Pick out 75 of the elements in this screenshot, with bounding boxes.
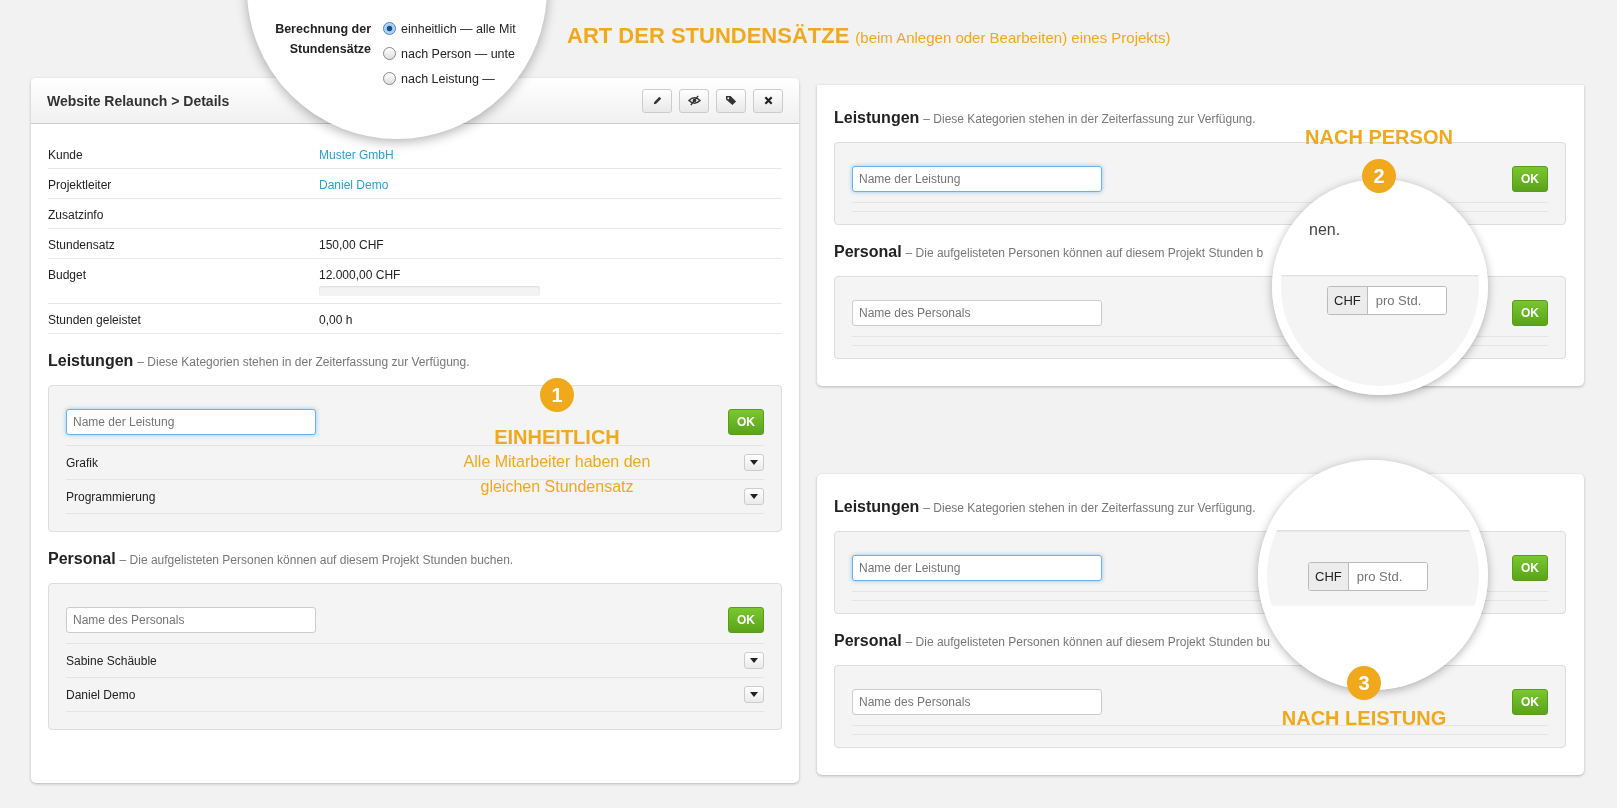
field-label: Zusatzinfo bbox=[48, 208, 105, 224]
section-description: – Die aufgelisteten Personen können auf diesem Projekt Stunden bu bbox=[905, 635, 1270, 649]
hide-button[interactable] bbox=[679, 88, 709, 113]
radio-label: einheitlich — alle Mit bbox=[401, 21, 516, 36]
field-label: Kunde bbox=[48, 148, 84, 164]
field-value: 12.000,00 CHF bbox=[319, 268, 402, 282]
section-title: Personal bbox=[834, 243, 902, 260]
ok-button[interactable]: OK bbox=[1512, 166, 1548, 192]
section-description: – Diese Kategorien stehen in der Zeiterfassung zur Verfügung. bbox=[923, 112, 1256, 126]
section-title: Personal bbox=[48, 550, 116, 567]
caret-icon bbox=[750, 460, 758, 465]
input-field[interactable]: Name der Leistung bbox=[66, 409, 316, 435]
callout-text: Alle Mitarbeiter haben den bbox=[463, 452, 651, 472]
rate-field[interactable]: CHF pro Std. bbox=[1308, 562, 1428, 591]
list-item: Daniel Demo bbox=[66, 687, 136, 702]
list-item: Grafik bbox=[66, 455, 98, 470]
currency-label: CHF bbox=[1328, 287, 1368, 314]
input-field[interactable]: Name des Personals bbox=[852, 300, 1102, 326]
field-label: Budget bbox=[48, 268, 88, 284]
section-title: Personal bbox=[834, 632, 902, 649]
list-item: Programmierung bbox=[66, 489, 156, 504]
field-label: Stunden geleistet bbox=[48, 313, 142, 329]
input-field[interactable]: Name der Leistung bbox=[852, 555, 1102, 581]
headline-title: ART DER STUNDENSÄTZE bbox=[567, 23, 850, 48]
list-item: Sabine Schäuble bbox=[66, 653, 157, 668]
headline-note: (beim Anlegen oder Bearbeiten) eines Projekts) bbox=[855, 29, 1171, 46]
dropdown-button[interactable] bbox=[744, 686, 764, 703]
field-value: 0,00 h bbox=[319, 313, 353, 327]
section-description: – Die aufgelisteten Personen können auf diesem Projekt Stunden b bbox=[905, 246, 1264, 260]
currency-label: CHF bbox=[1309, 563, 1349, 590]
dropdown-button[interactable] bbox=[744, 488, 764, 505]
input-field[interactable]: Name des Personals bbox=[66, 607, 316, 633]
close-button[interactable] bbox=[753, 88, 783, 113]
ok-button[interactable]: OK bbox=[728, 607, 764, 633]
section-title: Leistungen bbox=[834, 498, 920, 515]
close-icon bbox=[763, 96, 773, 105]
pencil-icon bbox=[651, 95, 663, 106]
section-title: Leistungen bbox=[48, 352, 134, 369]
field-value: 150,00 CHF bbox=[319, 238, 384, 252]
section-description: – Diese Kategorien stehen in der Zeiterfassung zur Verfügung. bbox=[923, 501, 1256, 515]
section-description: – Diese Kategorien stehen in der Zeiterfassung zur Verfügung. bbox=[137, 355, 470, 369]
callout-title: EINHEITLICH bbox=[494, 426, 620, 449]
ok-button[interactable]: OK bbox=[1512, 555, 1548, 581]
link[interactable]: Muster GmbH bbox=[319, 148, 394, 162]
radio-button[interactable] bbox=[383, 22, 396, 35]
section-title: Leistungen bbox=[834, 109, 920, 126]
radio-label: nach Leistung — bbox=[401, 71, 495, 86]
panel-title: Website Relaunch > Details bbox=[47, 92, 230, 109]
caret-icon bbox=[750, 692, 758, 697]
edit-button[interactable] bbox=[642, 88, 672, 113]
callout-title: NACH PERSON bbox=[1305, 126, 1453, 149]
radio-label: nach Person — unte bbox=[401, 46, 515, 61]
tags-icon bbox=[724, 95, 738, 106]
ok-button[interactable]: OK bbox=[1512, 300, 1548, 326]
section-description: – Die aufgelisteten Personen können auf diesem Projekt Stunden buchen. bbox=[119, 553, 514, 567]
dropdown-button[interactable] bbox=[744, 652, 764, 669]
eye-slash-icon bbox=[687, 95, 701, 106]
caret-icon bbox=[750, 658, 758, 663]
field-label: Stundensatz bbox=[48, 238, 116, 254]
callout-title: NACH LEISTUNG bbox=[1281, 707, 1447, 730]
caret-icon bbox=[750, 494, 758, 499]
input-field[interactable]: Name des Personals bbox=[852, 689, 1102, 715]
ok-button[interactable]: OK bbox=[728, 409, 764, 435]
field-label: Projektleiter bbox=[48, 178, 113, 194]
radio-button[interactable] bbox=[383, 72, 396, 85]
link[interactable]: Daniel Demo bbox=[319, 178, 389, 192]
dropdown-button[interactable] bbox=[744, 454, 764, 471]
setting-label: Berechnung der Stundensätze bbox=[274, 21, 371, 58]
input-field[interactable]: Name der Leistung bbox=[852, 166, 1102, 192]
callout-text: gleichen Stundensatz bbox=[480, 477, 634, 497]
radio-button[interactable] bbox=[383, 47, 396, 60]
magnified-text: nen. bbox=[1309, 221, 1341, 239]
ok-button[interactable]: OK bbox=[1512, 689, 1548, 715]
tags-button[interactable] bbox=[716, 88, 746, 113]
rate-field[interactable]: CHF pro Std. bbox=[1327, 286, 1447, 315]
